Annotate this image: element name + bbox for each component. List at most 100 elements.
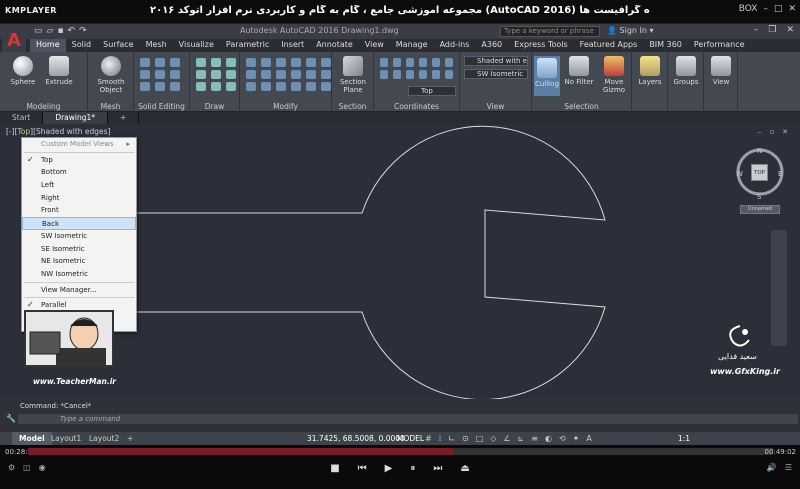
ucs-zaxis-icon[interactable]	[432, 70, 440, 79]
previous-icon[interactable]: ⏮	[358, 463, 367, 474]
fillet-edge-icon[interactable]	[140, 82, 150, 91]
slice-icon[interactable]	[140, 70, 150, 79]
polygon-icon[interactable]	[226, 70, 236, 79]
tab-express-tools[interactable]: Express Tools	[508, 39, 574, 52]
menu-item-sw-isometric[interactable]: SW Isometric	[22, 230, 136, 243]
viewcube-top-face[interactable]: TOP	[751, 164, 768, 181]
ucs-view-icon[interactable]	[419, 70, 427, 79]
wrench-icon[interactable]: 🔧	[6, 414, 16, 423]
arc-icon[interactable]	[196, 70, 206, 79]
fillet-icon[interactable]	[246, 70, 256, 79]
world-ucs-icon[interactable]	[393, 58, 401, 67]
tab-manage[interactable]: Manage	[390, 39, 434, 52]
acad-minimize-icon[interactable]: –	[754, 25, 759, 35]
menu-item-view-manager[interactable]: View Manager...	[22, 284, 136, 297]
viewcube-south[interactable]: S	[757, 193, 761, 201]
menu-custom-model-views[interactable]: Custom Model Views ▸	[22, 138, 136, 151]
menu-item-bottom[interactable]: Bottom	[22, 166, 136, 179]
stretch-icon[interactable]	[276, 70, 286, 79]
no-filter-button[interactable]: No Filter	[562, 56, 596, 86]
culling-button[interactable]: Culling	[534, 56, 560, 96]
tab-home[interactable]: Home	[30, 39, 66, 52]
move-icon[interactable]	[246, 58, 256, 67]
ucs-origin-icon[interactable]	[406, 58, 414, 67]
tab-insert[interactable]: Insert	[275, 39, 310, 52]
play-icon[interactable]: ▶	[385, 463, 393, 474]
scale-icon[interactable]	[291, 70, 301, 79]
ucs-icon[interactable]	[380, 58, 388, 67]
ucs-object-icon[interactable]	[406, 70, 414, 79]
extract-edges-icon[interactable]	[170, 70, 180, 79]
polyline-icon[interactable]	[211, 58, 221, 67]
new-icon[interactable]: ▭	[34, 26, 43, 36]
interfere-icon[interactable]	[155, 70, 165, 79]
tab-visualize[interactable]: Visualize	[173, 39, 220, 52]
3d-array-icon[interactable]	[321, 82, 331, 91]
stop-icon[interactable]: ■	[330, 463, 339, 474]
smooth-object-button[interactable]: Smooth Object	[92, 56, 130, 94]
rectangle-icon[interactable]	[211, 70, 221, 79]
explode-icon[interactable]	[261, 70, 271, 79]
seek-bar[interactable]	[28, 448, 773, 455]
chamfer-edge-icon[interactable]	[155, 82, 165, 91]
tab-surface[interactable]: Surface	[97, 39, 139, 52]
model-space-toggle[interactable]: MODEL	[397, 434, 424, 443]
open-icon[interactable]: ▱	[47, 26, 54, 36]
3d-scale-icon[interactable]	[306, 82, 316, 91]
tab-bim-360[interactable]: BIM 360	[643, 39, 688, 52]
hatch-icon[interactable]	[211, 82, 221, 91]
ucs-y-icon[interactable]	[432, 58, 440, 67]
view-preset-combo[interactable]: SW Isometric	[464, 69, 528, 79]
lineweight-icon[interactable]: ≡	[531, 434, 538, 443]
viewport-controls[interactable]: [-][Top][Shaded with edges]	[6, 127, 111, 136]
3d-osnap-icon[interactable]: ◇	[490, 434, 496, 443]
save-icon[interactable]: ▪	[57, 26, 63, 36]
erase-icon[interactable]	[291, 58, 301, 67]
volume-icon[interactable]: 🔊	[767, 463, 777, 472]
shell-icon[interactable]	[170, 82, 180, 91]
ucs-z-icon[interactable]	[445, 58, 453, 67]
tab-mesh[interactable]: Mesh	[140, 39, 173, 52]
ucs-named-icon[interactable]	[445, 70, 453, 79]
annotation-icon[interactable]: A	[586, 434, 591, 443]
playlist-icon[interactable]: ☰	[785, 463, 792, 472]
spline-icon[interactable]	[226, 82, 236, 91]
grid-icon[interactable]: #	[425, 434, 432, 443]
line-icon[interactable]	[196, 58, 206, 67]
acad-close-icon[interactable]: ✕	[786, 25, 794, 35]
search-input[interactable]: Type a keyword or phrase	[500, 26, 600, 37]
annotation-scale[interactable]: 1:1	[678, 434, 690, 443]
viewport-style-label[interactable]: ][Shaded with edges]	[30, 127, 110, 136]
viewcube-west[interactable]: W	[736, 170, 743, 178]
box-label[interactable]: BOX	[739, 4, 758, 14]
otrack-icon[interactable]: ∠	[503, 434, 510, 443]
ucs-face-icon[interactable]	[393, 70, 401, 79]
tab-a360[interactable]: A360	[475, 39, 508, 52]
move-gizmo-button[interactable]: Move Gizmo	[598, 56, 630, 94]
viewport-view-label[interactable]: Top	[17, 127, 30, 136]
wcs-menu[interactable]: Unnamed	[740, 205, 780, 214]
viewport-label-prefix[interactable]: [-][	[6, 127, 17, 136]
ucs-combo[interactable]: Top	[408, 86, 456, 96]
rotate-icon[interactable]	[261, 58, 271, 67]
extrude-button[interactable]: Extrude	[42, 56, 76, 86]
tab-annotate[interactable]: Annotate	[310, 39, 359, 52]
array-icon[interactable]	[306, 70, 316, 79]
copy-icon[interactable]	[306, 58, 316, 67]
tab-featured-apps[interactable]: Featured Apps	[574, 39, 644, 52]
next-icon[interactable]: ⏭	[433, 463, 442, 474]
file-tab-drawing1[interactable]: Drawing1*	[43, 112, 109, 124]
close-icon[interactable]: ✕	[788, 4, 796, 14]
ortho-icon[interactable]: ∟	[448, 434, 455, 443]
tab-add-ins[interactable]: Add-ins	[434, 39, 476, 52]
menu-item-se-isometric[interactable]: SE Isometric	[22, 243, 136, 256]
coordinate-readout[interactable]: 31.7425, 68.5008, 0.0000	[307, 434, 405, 443]
ucs-3point-icon[interactable]	[380, 70, 388, 79]
sphere-button[interactable]: Sphere	[6, 56, 40, 86]
union-icon[interactable]	[140, 58, 150, 67]
polar-icon[interactable]: ⊙	[462, 434, 469, 443]
viewport-minimize-icon[interactable]: –	[758, 128, 762, 136]
subtract-icon[interactable]	[155, 58, 165, 67]
3d-rotate-icon[interactable]	[276, 82, 286, 91]
menu-item-front[interactable]: Front	[22, 204, 136, 217]
